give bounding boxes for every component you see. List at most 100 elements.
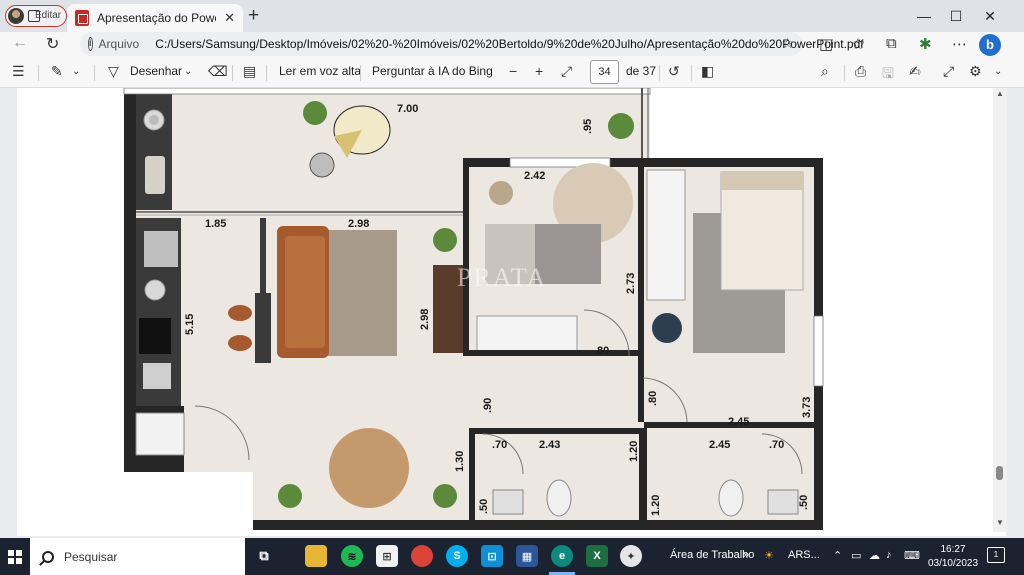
clock[interactable]: 16:27 03/10/2023 [925,543,981,571]
date-text: 03/10/2023 [927,558,979,569]
erase-icon[interactable]: ⌫ [208,63,228,80]
favorite-star-icon[interactable]: ☆ [781,35,794,52]
dim-label: .80 [594,345,609,357]
tab-pdf[interactable]: Apresentação do PowerPoint.pdf ✕ [67,4,243,32]
favorites-icon[interactable]: ✩ [852,35,865,53]
wall [255,293,271,363]
excel-icon[interactable]: X [586,545,608,567]
pdf-page: PRATA 7.00 .95 2.42 2.73 1.85 2.98 2.98 … [17,88,1006,536]
collections-icon[interactable]: ⧉ [886,35,897,52]
highlight-icon[interactable]: ✎ [51,63,63,80]
fullscreen-icon[interactable]: ⤢ [943,63,954,80]
dim-label: 2.42 [524,170,545,182]
print-icon[interactable]: ⎙ [855,63,866,80]
skype-icon[interactable]: S [446,545,468,567]
dim-label: .50 [478,499,490,514]
toilet [718,479,744,517]
file-explorer-icon[interactable] [305,545,327,567]
dim-label: .70 [492,439,507,451]
task-view-icon[interactable]: ⧉ [253,545,275,567]
chrome-icon[interactable] [411,545,433,567]
extensions-icon[interactable]: ✱ [919,35,932,53]
page-number-input[interactable]: 34 [590,60,619,84]
divider [659,65,660,81]
sink [144,231,178,267]
split-screen-icon[interactable]: ◫ [819,35,833,53]
draw-button[interactable]: Desenhar [130,64,182,78]
weather-label[interactable]: ARS... [788,549,820,561]
back-icon[interactable]: ← [12,34,28,52]
fit-page-icon[interactable]: ⤢ [561,63,572,80]
chevron-double-icon[interactable]: » [743,549,749,561]
scroll-down-icon[interactable]: ▼ [993,518,1007,527]
windows-icon [8,549,22,564]
info-icon[interactable]: i [88,37,93,51]
battery-icon[interactable]: ▭ [851,549,861,562]
bing-chat-icon[interactable]: b [979,34,1001,56]
wardrobe [476,315,578,353]
more-icon[interactable]: ⋯ [952,35,967,53]
pdf-document-area[interactable]: PRATA 7.00 .95 2.42 2.73 1.85 2.98 2.98 … [0,88,1024,538]
taskbar-search-input[interactable]: Pesquisar [30,538,245,575]
dim-label: .50 [798,495,810,510]
notification-icon[interactable]: 1 [987,547,1005,563]
zoom-out-icon[interactable]: − [509,63,517,79]
scrollbar-thumb[interactable] [996,466,1003,480]
keyboard-icon[interactable]: ⌨ [904,549,920,562]
app-icon[interactable]: ⊡ [481,545,503,567]
dim-label: .70 [769,439,784,451]
wall [638,158,644,422]
close-window-button[interactable]: ✕ [972,0,1008,32]
minimize-button[interactable]: — [906,0,942,32]
chevron-up-icon[interactable]: ⌃ [833,549,842,562]
search-icon[interactable]: ⌕ [821,63,829,80]
two-page-icon[interactable]: ◧ [701,63,714,80]
wall [260,218,266,298]
divider [38,65,39,81]
weather-icon[interactable]: ☀ [764,549,774,562]
plant [433,228,457,252]
wall [253,520,823,530]
url-text[interactable]: C:/Users/Samsung/Desktop/Imóveis/02%20-%… [155,37,863,51]
save-icon[interactable]: 🖫 [882,63,894,87]
chevron-down-icon[interactable]: ⌄ [72,66,80,77]
store-icon[interactable]: ⊞ [376,545,398,567]
app-icon[interactable]: ✦ [620,545,642,567]
read-aloud-button[interactable]: Ler em voz alta [279,64,361,78]
pdf-toolbar: ☰ ✎ ⌄ ▽ Desenhar ⌄ ⌫ ▤ Ler em voz alta P… [0,57,1024,88]
dim-label: 2.98 [348,218,369,230]
page-view-icon[interactable]: ▤ [243,63,256,80]
maximize-button[interactable]: ☐ [938,0,974,32]
edge-icon[interactable]: e [551,545,573,567]
start-button[interactable] [0,538,30,575]
table-of-contents-icon[interactable]: ☰ [12,63,25,80]
spotify-icon[interactable]: ≋ [341,545,363,567]
save-as-icon[interactable]: ✍ [909,63,921,80]
desktop-toolbar-label[interactable]: Área de Trabalho [670,549,754,561]
new-tab-button[interactable]: + [248,6,259,26]
profile-button[interactable]: Editar [5,5,67,27]
chevron-down-icon[interactable]: ⌄ [184,66,192,77]
dim-label: 1.20 [650,495,662,516]
zoom-in-icon[interactable]: + [535,63,543,79]
draw-icon[interactable]: ▽ [108,63,119,80]
wall [123,88,651,95]
rug [327,230,397,356]
site-label: Arquivo [98,37,140,51]
ask-bing-button[interactable]: Perguntar à IA do Bing [372,64,493,78]
rotate-icon[interactable]: ↺ [668,63,680,80]
bath-sink [767,489,799,515]
burner [144,279,166,301]
volume-icon[interactable]: ♪ [886,549,892,561]
scroll-up-icon[interactable]: ▲ [993,89,1007,98]
tab-close-icon[interactable]: ✕ [224,10,235,26]
url-input[interactable]: i Arquivo C:/Users/Samsung/Desktop/Imóve… [80,32,864,56]
app-icon[interactable]: ▦ [516,545,538,567]
divider [844,65,845,81]
pin-toolbar-icon[interactable]: ⌄ [994,66,1002,77]
title-bar: Editar Apresentação do PowerPoint.pdf ✕ … [0,0,1024,32]
total-pages: de 37 [626,64,657,78]
network-icon[interactable]: ☁ [869,549,880,562]
refresh-icon[interactable]: ↻ [46,34,59,54]
settings-icon[interactable]: ⚙ [969,63,982,80]
